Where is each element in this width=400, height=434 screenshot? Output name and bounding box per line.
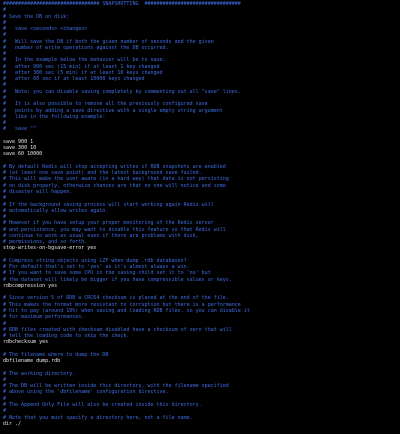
config-directive-line: dir ./ bbox=[3, 420, 22, 427]
terminal-window[interactable]: ################################ SNAPSHO… bbox=[0, 0, 400, 434]
